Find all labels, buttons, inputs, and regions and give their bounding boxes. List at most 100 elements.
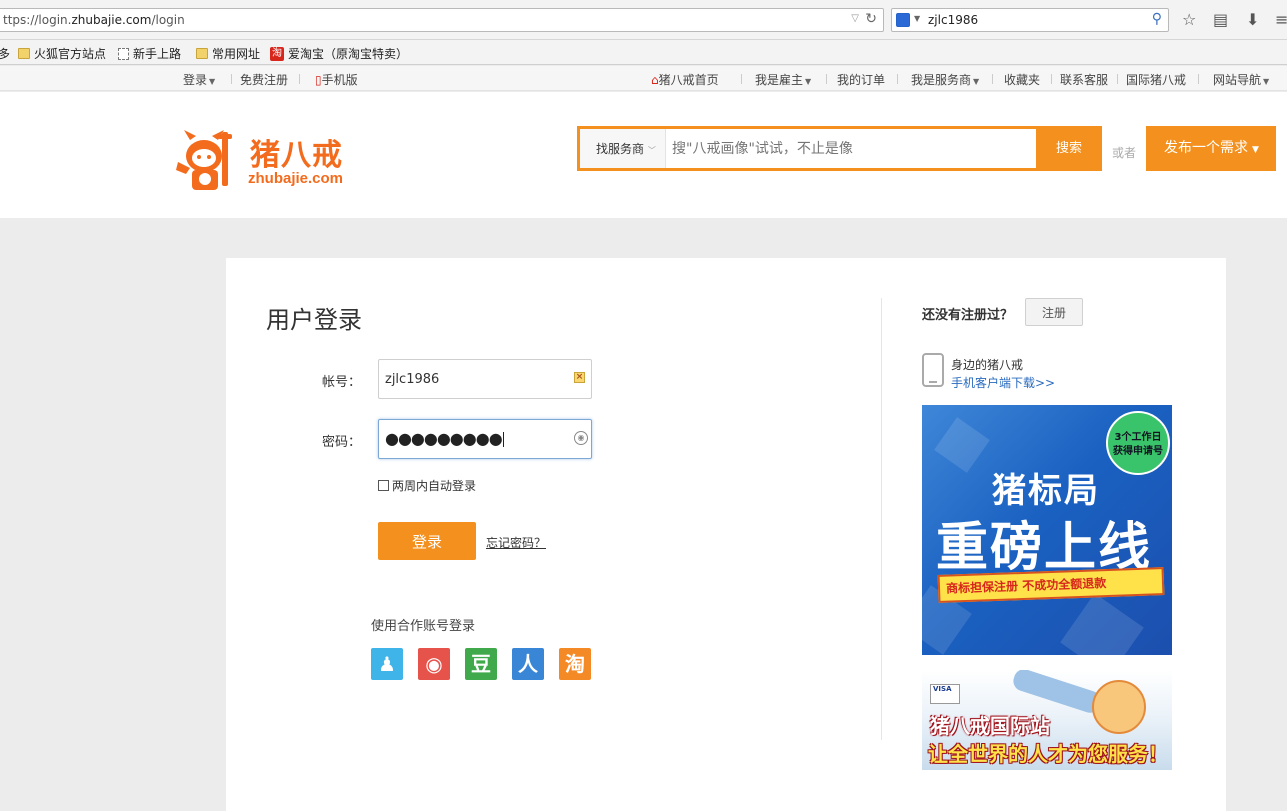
- nav-divider: [897, 74, 898, 84]
- address-bar[interactable]: ttps://login.zhubajie.com/login ▽ ↻: [0, 8, 884, 32]
- folder-icon: [196, 48, 208, 59]
- nav-login[interactable]: 登录 ▼: [183, 71, 215, 88]
- ad2-title: 猪八戒国际站: [930, 714, 1050, 738]
- autofill-key-icon[interactable]: ×: [574, 372, 585, 383]
- search-type-select[interactable]: 找服务商 ﹀: [580, 129, 666, 168]
- bookmarks-toolbar: 多 火狐官方站点 新手上路 常用网址 淘爱淘宝（原淘宝特卖）: [0, 40, 1287, 65]
- no-account-text: 还没有注册过？: [922, 308, 1014, 323]
- partner-login-label: 使用合作账号登录: [371, 619, 476, 634]
- password-field[interactable]: ●●●●●●●●● ◉: [378, 419, 592, 459]
- address-dropdown-icon[interactable]: ▽: [851, 13, 859, 24]
- nav-divider: [1198, 74, 1199, 84]
- phone-icon: ▯: [315, 73, 322, 87]
- browser-search-bar[interactable]: ▼ zjlc1986 ⚲: [891, 8, 1169, 32]
- folder-icon: [18, 48, 30, 59]
- or-text: 或者: [1112, 146, 1137, 160]
- reading-list-icon[interactable]: ▤: [1213, 10, 1228, 29]
- renren-login-icon[interactable]: 人: [512, 648, 544, 680]
- bookmark-ai-taobao[interactable]: 淘爱淘宝（原淘宝特卖）: [270, 45, 408, 62]
- register-button[interactable]: 注册: [1025, 298, 1083, 326]
- remember-label: 两周内自动登录: [392, 479, 477, 493]
- taobao-icon: 淘: [270, 46, 284, 61]
- bookmark-star-icon[interactable]: ☆: [1182, 10, 1196, 29]
- password-label: 密码：: [322, 435, 362, 450]
- search-icon[interactable]: ⚲: [1152, 11, 1162, 27]
- browser-toolbar: ttps://login.zhubajie.com/login ▽ ↻ ▼ zj…: [0, 0, 1287, 40]
- page-icon: [118, 47, 129, 60]
- logo-domain: zhubajie.com: [248, 170, 344, 187]
- ad2-slogan: 让全世界的人才为您服务！: [928, 742, 1168, 766]
- site-search-button[interactable]: 搜索: [1036, 126, 1102, 171]
- nav-international[interactable]: 国际猪八戒: [1126, 71, 1186, 88]
- site-search-input[interactable]: [666, 129, 1038, 168]
- mobile-app-title: 身边的猪八戒: [951, 358, 1024, 372]
- nav-divider: [1051, 74, 1052, 84]
- show-password-icon[interactable]: ◉: [574, 431, 588, 445]
- nav-site-navigation[interactable]: 网站导航 ▼: [1213, 71, 1269, 88]
- mobile-download-link[interactable]: 手机客户端下载>>: [951, 374, 1055, 391]
- publish-request-button[interactable]: 发布一个需求 ▼: [1146, 126, 1276, 171]
- remember-checkbox[interactable]: [378, 480, 389, 491]
- site-search: 找服务商 ﹀ 搜索: [577, 126, 1102, 171]
- forgot-password-link[interactable]: 忘记密码？: [486, 534, 546, 551]
- pig-mascot-icon: [176, 130, 232, 190]
- airplane-icon: [1010, 670, 1104, 716]
- nav-divider: [299, 74, 300, 84]
- address-url: ttps://login.zhubajie.com/login: [3, 13, 185, 27]
- account-label: 帐号：: [322, 375, 362, 390]
- douban-login-icon[interactable]: 豆: [465, 648, 497, 680]
- login-button[interactable]: 登录: [378, 522, 476, 560]
- nav-divider: [231, 74, 232, 84]
- site-header: 猪八戒 zhubajie.com 找服务商 ﹀ 搜索 或者 发布一个需求▼: [0, 92, 1287, 218]
- account-value: zjlc1986: [385, 372, 440, 387]
- nav-mobile[interactable]: ▯手机版: [315, 71, 358, 88]
- partner-login-list: ♟ ◉ 豆 人 淘: [371, 648, 591, 680]
- browser-search-value: zjlc1986: [928, 13, 979, 27]
- bookmark-firefox-official[interactable]: 火狐官方站点: [18, 45, 106, 62]
- site-top-nav: 登录 ▼ 免费注册 ▯手机版 ⌂猪八戒首页 我是雇主 ▼ 我的订单 我是服务商 ▼ 收…: [0, 66, 1287, 91]
- vertical-divider: [881, 298, 882, 740]
- zhubajie-logo[interactable]: 猪八戒 zhubajie.com: [174, 126, 349, 196]
- page-title: 用户登录: [266, 306, 362, 334]
- ad-decoration: [934, 417, 990, 473]
- nav-customer-service[interactable]: 联系客服: [1060, 71, 1108, 88]
- home-icon: ⌂: [651, 73, 659, 87]
- nav-divider: [826, 74, 827, 84]
- caret-down-icon: ▼: [973, 77, 980, 86]
- taobao-login-icon[interactable]: 淘: [559, 648, 591, 680]
- engine-dropdown-icon[interactable]: ▼: [914, 14, 920, 23]
- weibo-login-icon[interactable]: ◉: [418, 648, 450, 680]
- international-ad-banner[interactable]: VISA 猪八戒国际站 让全世界的人才为您服务！: [922, 670, 1172, 770]
- nav-favorites[interactable]: 收藏夹: [1004, 71, 1040, 88]
- nav-home[interactable]: ⌂猪八戒首页: [651, 71, 719, 88]
- pig-mascot-icon: [1092, 680, 1146, 734]
- nav-employer[interactable]: 我是雇主 ▼: [755, 71, 811, 88]
- mobile-phone-icon: [922, 353, 944, 387]
- account-field[interactable]: zjlc1986 ×: [378, 359, 592, 399]
- qq-login-icon[interactable]: ♟: [371, 648, 403, 680]
- bookmark-cut-item[interactable]: 多: [0, 45, 10, 62]
- text-cursor: [502, 432, 504, 447]
- chevron-down-icon: ﹀: [647, 146, 656, 155]
- nav-divider: [1117, 74, 1118, 84]
- ad-decoration: [1060, 593, 1144, 655]
- nav-provider[interactable]: 我是服务商 ▼: [911, 71, 979, 88]
- login-card: 用户登录 帐号： zjlc1986 × 密码： ●●●●●●●●● ◉ 两周内自…: [226, 258, 1226, 811]
- download-icon[interactable]: ⬇: [1246, 10, 1259, 29]
- nav-divider: [992, 74, 993, 84]
- remember-login[interactable]: 两周内自动登录: [378, 477, 476, 494]
- nav-orders[interactable]: 我的订单: [837, 71, 885, 88]
- bookmark-common-sites[interactable]: 常用网址: [196, 45, 260, 62]
- ad-badge: 3个工作日 获得申请号: [1106, 411, 1170, 475]
- caret-down-icon: ▼: [1263, 77, 1270, 86]
- search-engine-icon[interactable]: [896, 13, 910, 27]
- logo-wordmark: 猪八戒: [250, 138, 343, 173]
- caret-down-icon: ▼: [805, 77, 812, 86]
- caret-down-icon: ▼: [1252, 145, 1259, 155]
- trademark-ad-banner[interactable]: 3个工作日 获得申请号 猪标局 重磅上线 商标担保注册 不成功全额退款: [922, 405, 1172, 655]
- password-value: ●●●●●●●●●: [385, 429, 504, 448]
- reload-icon[interactable]: ↻: [865, 11, 877, 27]
- bookmark-getting-started[interactable]: 新手上路: [118, 45, 181, 62]
- menu-icon[interactable]: ≡: [1275, 10, 1287, 29]
- nav-register[interactable]: 免费注册: [240, 71, 288, 88]
